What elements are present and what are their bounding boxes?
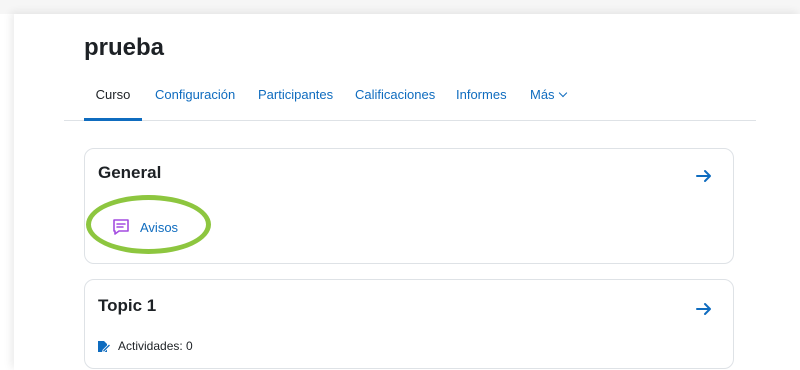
- arrow-right-icon[interactable]: [695, 300, 713, 318]
- section-title[interactable]: Topic 1: [98, 295, 156, 317]
- tab-informes[interactable]: Informes: [456, 80, 507, 118]
- tab-label: Configuración: [155, 87, 236, 102]
- tab-mas[interactable]: Más: [530, 80, 567, 118]
- course-nav-tabs: Curso Configuración Participantes Califi…: [64, 80, 756, 121]
- tab-label: Participantes: [258, 87, 334, 102]
- activity-avisos[interactable]: Avisos: [111, 217, 178, 237]
- activity-count: Actividades: 0: [97, 339, 193, 353]
- arrow-right-icon[interactable]: [695, 167, 713, 185]
- tab-label: Informes: [456, 87, 507, 102]
- section-title[interactable]: General: [98, 162, 161, 184]
- tab-label: Curso: [95, 87, 131, 102]
- top-band: [0, 0, 800, 14]
- section-general: General Avisos: [84, 148, 734, 264]
- page-title: prueba: [84, 34, 165, 61]
- tab-configuracion[interactable]: Configuración: [155, 80, 235, 118]
- section-topic-1: Topic 1 Actividades: 0: [84, 279, 734, 369]
- file-edit-icon: [98, 340, 111, 353]
- tab-calificaciones[interactable]: Calificaciones: [355, 80, 435, 118]
- tab-participantes[interactable]: Participantes: [258, 80, 333, 118]
- activity-label: Avisos: [140, 219, 179, 235]
- tab-label: Calificaciones: [355, 87, 436, 102]
- forum-icon: [113, 219, 129, 235]
- chevron-down-icon: [558, 88, 567, 98]
- tab-curso[interactable]: Curso: [84, 80, 142, 121]
- activity-count-label: Actividades: 0: [118, 339, 193, 353]
- tab-label: Más: [530, 87, 555, 102]
